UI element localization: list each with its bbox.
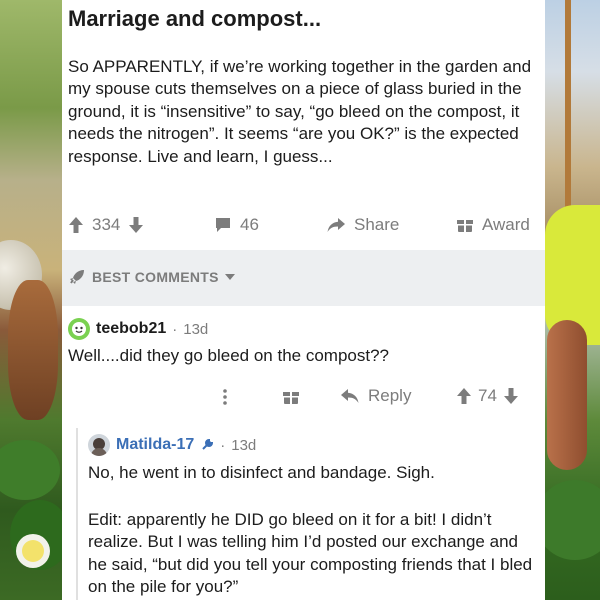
post-title: Marriage and compost... xyxy=(68,6,322,31)
avatar[interactable] xyxy=(68,318,90,340)
comment-header: teebob21 · 13d xyxy=(68,318,208,340)
vote-group: 334 xyxy=(68,215,144,235)
more-vertical-icon xyxy=(222,388,228,406)
share-button[interactable]: Share xyxy=(326,215,399,235)
comment-count: 46 xyxy=(240,215,259,234)
comment-action-bar: Reply 74 xyxy=(62,384,545,412)
comment-text: Well....did they go bleed on the compost… xyxy=(68,346,389,365)
plant-leaf xyxy=(0,440,60,500)
flower xyxy=(22,540,44,562)
comment-award-button[interactable] xyxy=(282,388,300,406)
separator: · xyxy=(172,320,178,338)
share-arrow-icon xyxy=(326,216,346,234)
sort-label: BEST COMMENTS xyxy=(92,269,219,285)
gift-icon xyxy=(456,216,474,234)
comment-age: 13d xyxy=(183,320,209,338)
reply-author[interactable]: Matilda-17 xyxy=(116,436,194,454)
reply-button[interactable]: Reply xyxy=(340,386,411,406)
reply-age: 13d xyxy=(231,436,257,454)
reply-text: No, he went in to disinfect and bandage.… xyxy=(88,463,435,482)
arrow-up-icon[interactable] xyxy=(68,216,84,234)
arrow-up-icon[interactable] xyxy=(456,387,472,405)
comment-bubble-icon xyxy=(214,216,232,234)
reply-edit-text: Edit: apparently he DID go bleed on it f… xyxy=(88,510,533,597)
chevron-down-icon xyxy=(224,273,235,281)
post-action-bar: 334 46 Share Award xyxy=(62,211,545,239)
post-body: So APPARENTLY, if we’re working together… xyxy=(68,57,532,166)
thread-line[interactable] xyxy=(76,428,78,600)
reply-arrow-icon xyxy=(340,388,360,404)
comment-score: 74 xyxy=(478,386,497,405)
sort-dropdown[interactable]: BEST COMMENTS xyxy=(68,268,235,286)
arrow-down-icon[interactable] xyxy=(503,387,519,405)
award-label: Award xyxy=(482,215,530,234)
plant-leaf xyxy=(545,480,600,560)
wooden-post xyxy=(565,0,571,210)
person-hair xyxy=(8,280,58,420)
comment-author[interactable]: teebob21 xyxy=(96,320,166,338)
avatar[interactable] xyxy=(88,434,110,456)
reply-header: Matilda-17 · 13d xyxy=(88,434,256,456)
reddit-post-card: Marriage and compost... So APPARENTLY, i… xyxy=(62,0,545,600)
comment-vote-group: 74 xyxy=(456,386,519,406)
background-photo-left xyxy=(0,0,62,600)
rocket-icon xyxy=(68,268,86,286)
reply-label: Reply xyxy=(368,386,412,405)
award-button[interactable]: Award xyxy=(456,215,530,235)
background-photo-right xyxy=(545,0,600,600)
wrench-icon xyxy=(200,438,214,452)
share-label: Share xyxy=(354,215,400,234)
upvote-count: 334 xyxy=(92,215,121,234)
arrow-down-icon[interactable] xyxy=(128,216,144,234)
more-options-button[interactable] xyxy=(222,388,228,406)
gift-icon xyxy=(282,388,300,406)
separator: · xyxy=(220,436,226,454)
comments-button[interactable]: 46 xyxy=(214,215,259,235)
tattooed-arm xyxy=(547,320,587,470)
